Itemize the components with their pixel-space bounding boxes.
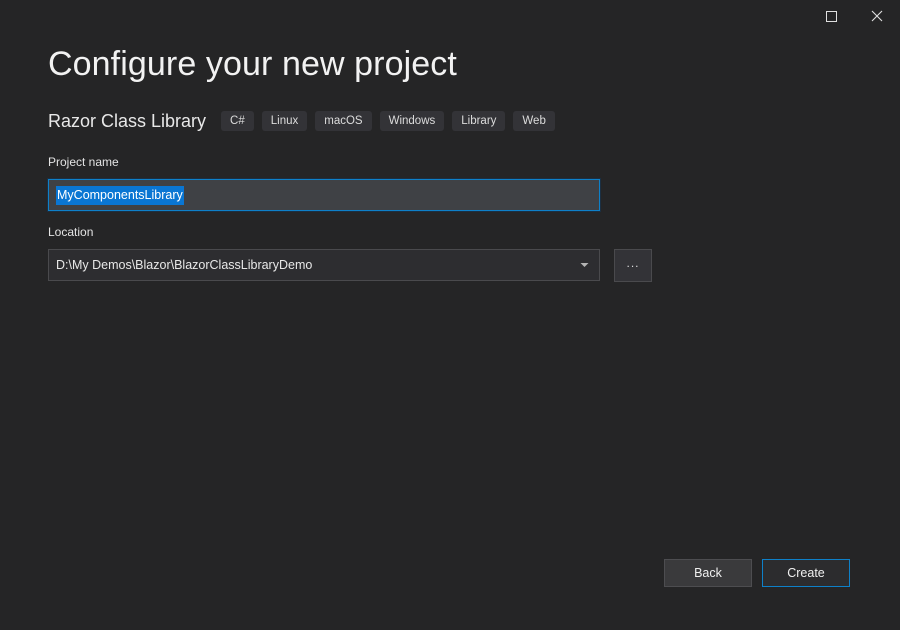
project-name-input[interactable]: MyComponentsLibrary bbox=[47, 178, 601, 212]
dialog-content: Configure your new project Razor Class L… bbox=[0, 0, 900, 630]
create-button-label: Create bbox=[787, 566, 825, 580]
template-summary: Razor Class Library C# Linux macOS Windo… bbox=[48, 108, 555, 134]
back-button[interactable]: Back bbox=[664, 559, 752, 587]
chevron-down-icon[interactable] bbox=[576, 262, 592, 268]
location-value: D:\My Demos\Blazor\BlazorClassLibraryDem… bbox=[56, 258, 313, 272]
dialog-footer: Back Create bbox=[0, 559, 900, 587]
location-browse-button[interactable]: ... bbox=[614, 249, 652, 282]
location-browse-label: ... bbox=[626, 255, 640, 270]
template-tag-macos: macOS bbox=[315, 111, 372, 131]
template-tag-web: Web bbox=[513, 111, 555, 131]
template-name: Razor Class Library bbox=[48, 111, 207, 131]
back-button-label: Back bbox=[694, 566, 722, 580]
project-name-label: Project name bbox=[48, 155, 119, 169]
template-tag-list: C# Linux macOS Windows Library Web bbox=[221, 111, 555, 131]
template-tag-language: C# bbox=[221, 111, 254, 131]
location-input[interactable]: D:\My Demos\Blazor\BlazorClassLibraryDem… bbox=[48, 249, 600, 281]
template-tag-windows: Windows bbox=[379, 111, 445, 131]
create-button[interactable]: Create bbox=[762, 559, 850, 587]
template-tag-library: Library bbox=[452, 111, 506, 131]
project-name-value: MyComponentsLibrary bbox=[56, 185, 184, 205]
page-title: Configure your new project bbox=[48, 45, 457, 83]
template-tag-linux: Linux bbox=[261, 111, 308, 131]
location-label: Location bbox=[48, 225, 94, 239]
